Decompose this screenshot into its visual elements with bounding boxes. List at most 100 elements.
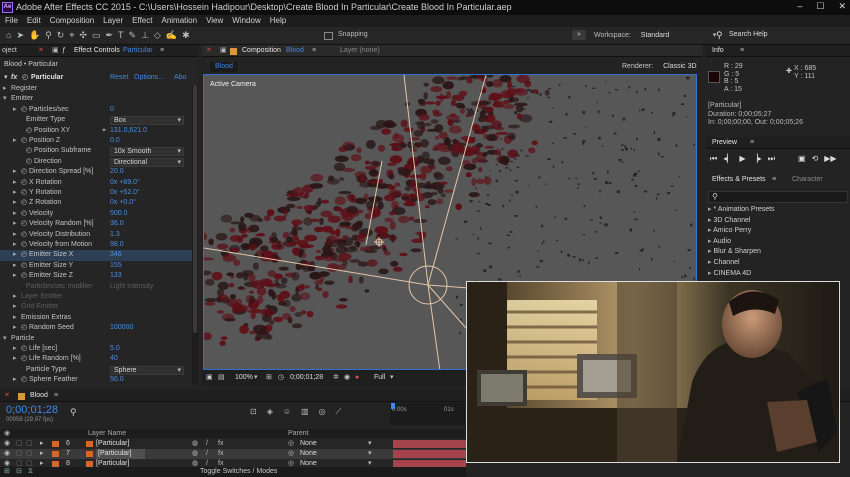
menu-view[interactable]: View: [206, 15, 223, 27]
property-value[interactable]: 131.0,621.0: [110, 126, 147, 136]
property-value[interactable]: 1.3: [110, 230, 120, 240]
pan-behind-icon[interactable]: ✣: [79, 30, 87, 41]
table-row[interactable]: ◉ ▢ ▢ ▸ 7 [Particular] ◍ / fx ◎ None ▾: [0, 449, 466, 459]
property-dropdown[interactable]: Box: [110, 116, 184, 126]
effect-property-row[interactable]: ▸ Register: [0, 84, 198, 94]
current-time-field[interactable]: 0;00;01;28: [290, 370, 323, 386]
tab-info[interactable]: Info: [712, 45, 724, 56]
panel-menu-icon[interactable]: ≡: [160, 45, 164, 56]
clone-stamp-icon[interactable]: ⊥: [141, 30, 149, 41]
next-frame-icon[interactable]: ▕▸: [752, 154, 762, 164]
menu-edit[interactable]: Edit: [27, 15, 41, 27]
panel-menu-icon[interactable]: ≡: [772, 174, 776, 186]
frame-blending-icon[interactable]: ▥: [301, 407, 309, 417]
twirl-closed-icon[interactable]: ▸: [13, 313, 17, 323]
hand-tool-icon[interactable]: ✋: [29, 30, 40, 41]
effects-category-item[interactable]: ▸ * Animation Presets: [708, 205, 848, 216]
quality-switch-icon[interactable]: /: [206, 449, 208, 459]
show-channel-icon[interactable]: ◉: [344, 370, 350, 386]
tab-character[interactable]: Character: [792, 174, 823, 186]
first-frame-icon[interactable]: ⏮: [710, 154, 717, 164]
visibility-eye-icon[interactable]: ◉: [4, 449, 10, 459]
tab-project[interactable]: oject: [2, 45, 17, 56]
stopwatch-icon[interactable]: ◴: [21, 323, 27, 333]
stopwatch-icon[interactable]: ◴: [21, 188, 27, 198]
stopwatch-icon[interactable]: ◴: [21, 354, 27, 364]
effect-property-row[interactable]: ▸ ◴ Sphere Feather 50.0: [0, 375, 198, 385]
crosshair-icon[interactable]: ⌖: [102, 126, 106, 136]
effect-property-row[interactable]: ▸ ◴ Z Rotation 0x +0.0°: [0, 198, 198, 208]
stopwatch-icon[interactable]: ◴: [21, 198, 27, 208]
twirl-closed-icon[interactable]: ▸: [13, 219, 17, 229]
rectangle-tool-icon[interactable]: ▭: [92, 30, 101, 41]
layer-switches-icon[interactable]: ⊞: [4, 467, 10, 477]
safe-margins-icon[interactable]: ▤: [218, 370, 225, 386]
effect-property-row[interactable]: ▸ Grid Emitter: [0, 302, 198, 312]
time-ruler[interactable]: 0:00s 01s: [390, 403, 465, 425]
layer-duration-bar[interactable]: [393, 450, 466, 458]
stopwatch-icon[interactable]: ◴: [21, 250, 27, 260]
twirl-closed-icon[interactable]: ▸: [13, 354, 17, 364]
column-layer-name[interactable]: Layer Name: [88, 429, 126, 438]
tab-layer[interactable]: Layer (none): [340, 45, 380, 56]
stopwatch-icon[interactable]: ◴: [21, 240, 27, 250]
effect-property-row[interactable]: ▸ Emission Extras: [0, 313, 198, 323]
home-icon[interactable]: ⌂: [6, 30, 11, 41]
property-value[interactable]: 0.0: [110, 136, 120, 146]
property-value[interactable]: 133: [110, 271, 122, 281]
effect-property-row[interactable]: ▸ ◴ Velocity Distribution 1.3: [0, 230, 198, 240]
preview-toggle-icon[interactable]: ▣: [206, 370, 213, 386]
shy-switch-icon[interactable]: ◍: [192, 439, 198, 449]
options-link[interactable]: Options...: [134, 72, 164, 83]
effects-category-item[interactable]: ▸ 3D Channel: [708, 216, 848, 227]
property-dropdown[interactable]: Directional: [110, 157, 184, 167]
tab-preview[interactable]: Preview: [712, 137, 737, 148]
ram-preview-icon[interactable]: ▶▶: [824, 154, 836, 163]
color-channels-icon[interactable]: ●: [355, 370, 359, 386]
column-parent[interactable]: Parent: [288, 429, 309, 438]
loop-icon[interactable]: ⟲: [812, 154, 819, 163]
quality-switch-icon[interactable]: /: [206, 439, 208, 449]
property-dropdown[interactable]: Sphere: [110, 365, 184, 375]
fx-icon[interactable]: fx: [11, 72, 17, 83]
effect-property-row[interactable]: ▸ ◴ Emitter Size Z 133: [0, 271, 198, 281]
type-tool-icon[interactable]: T: [118, 30, 124, 41]
property-value[interactable]: 98.0: [110, 240, 124, 250]
shy-switch-icon[interactable]: ◍: [192, 449, 198, 459]
menu-effect[interactable]: Effect: [132, 15, 152, 27]
effect-property-row[interactable]: ▸ ◴ Direction Spread [%] 20.0: [0, 167, 198, 177]
tab-composition-name[interactable]: Blood: [286, 45, 304, 56]
play-icon[interactable]: ▶: [739, 154, 745, 164]
visibility-eye-icon[interactable]: ◉: [4, 439, 10, 449]
lock-toggle-icon[interactable]: ▢: [26, 439, 33, 449]
stopwatch-icon[interactable]: ◴: [26, 126, 32, 136]
effect-property-row[interactable]: ▾ Emitter: [0, 94, 198, 104]
maximize-icon[interactable]: ☐: [816, 1, 824, 12]
roto-brush-icon[interactable]: ✍: [166, 30, 177, 41]
snapshot-icon[interactable]: ◷: [278, 370, 284, 386]
layer-duration-bar[interactable]: [393, 440, 466, 448]
lock-toggle-icon[interactable]: ▢: [26, 449, 33, 459]
effects-category-item[interactable]: ▸ Channel: [708, 258, 848, 269]
twirl-closed-icon[interactable]: ▸: [13, 261, 17, 271]
effect-property-row[interactable]: ▸ ◴ Position Z 0.0: [0, 136, 198, 146]
graph-editor-icon[interactable]: ⟋: [336, 407, 342, 417]
snapping-checkbox[interactable]: [324, 32, 333, 40]
pick-whip-icon[interactable]: ◎: [288, 439, 294, 449]
effect-property-row[interactable]: ▸ ◴ Velocity Random [%] 36.0: [0, 219, 198, 229]
property-value[interactable]: 500.0: [110, 209, 128, 219]
toggle-switches-modes[interactable]: Toggle Switches / Modes: [200, 467, 277, 477]
reset-link[interactable]: Reset: [110, 72, 128, 83]
menu-window[interactable]: Window: [232, 15, 260, 27]
shy-icon[interactable]: ☺: [283, 407, 291, 417]
stopwatch-icon[interactable]: ◴: [21, 209, 27, 219]
property-value[interactable]: 100000: [110, 323, 133, 333]
last-frame-icon[interactable]: ⏭: [768, 154, 775, 164]
twirl-closed-icon[interactable]: ▸: [13, 323, 17, 333]
stopwatch-icon[interactable]: ◴: [26, 146, 32, 156]
draft-3d-icon[interactable]: ◈: [267, 407, 273, 417]
zoom-tool-icon[interactable]: ⚲: [45, 30, 52, 41]
search-icon[interactable]: ⚲: [716, 30, 723, 41]
twirl-closed-icon[interactable]: ▸: [13, 136, 17, 146]
tab-effect-controls-layer[interactable]: Particular: [123, 45, 153, 56]
